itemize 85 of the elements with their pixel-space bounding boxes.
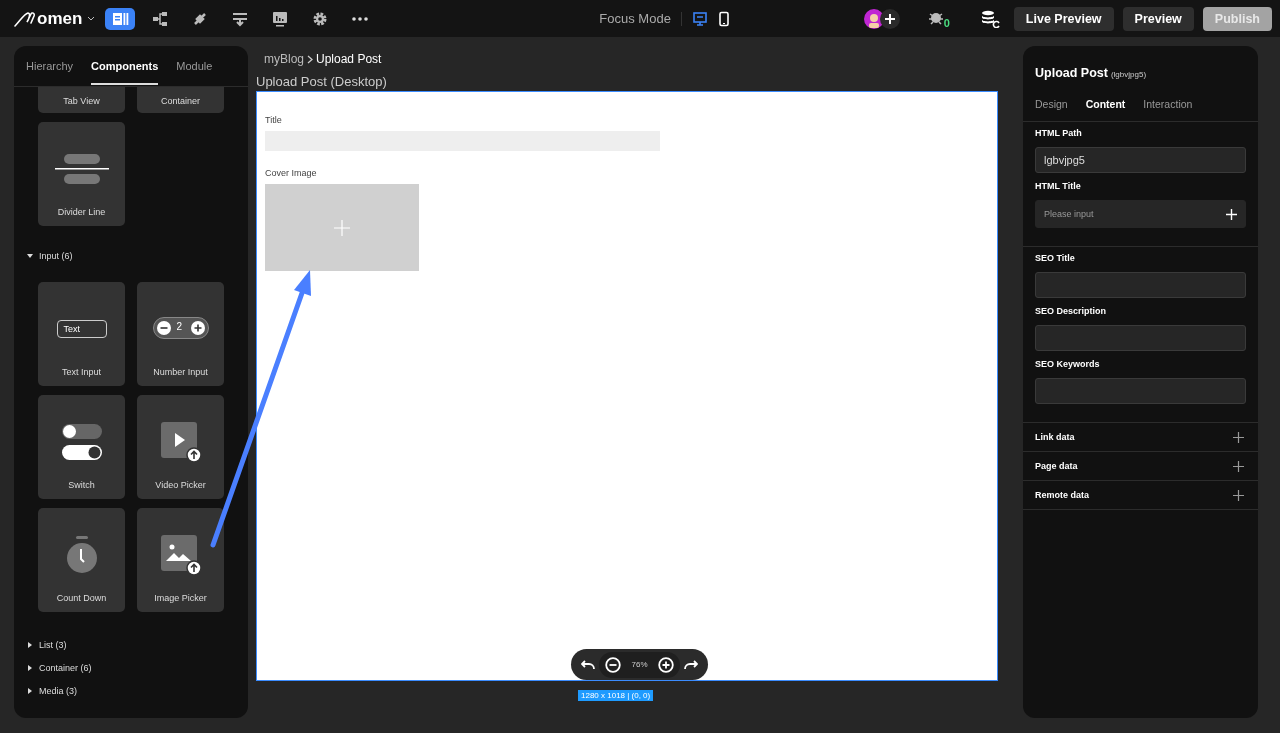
component-card[interactable]: Video Picker (137, 395, 224, 499)
flowchart-icon[interactable] (151, 9, 170, 28)
component-card[interactable]: Tab View (38, 87, 125, 113)
panel-tab[interactable]: Module (176, 46, 213, 85)
component-card[interactable]: Divider Line (38, 122, 125, 226)
breadcrumb-item[interactable]: myBlog (264, 52, 304, 66)
zoom-out-icon[interactable] (605, 656, 622, 673)
component-card[interactable]: Switch (38, 395, 125, 499)
frame-size-label: 1280 x 1018 | (0, 0) (578, 690, 654, 701)
card-label: Number Input (153, 367, 208, 377)
component-card[interactable]: Text Text Input (38, 282, 125, 386)
plus-icon[interactable] (1233, 431, 1244, 443)
card-label: Video Picker (155, 480, 206, 490)
stepper-value: 2 (176, 321, 183, 332)
frame-title: Upload Post (Desktop) (256, 73, 388, 91)
plus-icon (884, 13, 895, 24)
zoom-in-icon[interactable] (657, 656, 674, 673)
caret-icon[interactable] (27, 642, 33, 648)
video-upload-icon (160, 422, 201, 462)
field-label: HTML Path (1035, 128, 1083, 138)
category-label[interactable]: Media (3) (39, 686, 77, 696)
monitor-icon[interactable] (271, 9, 290, 28)
category-label[interactable]: List (3) (39, 640, 67, 650)
field-label: SEO Description (1035, 306, 1107, 316)
component-card[interactable]: Image Picker (137, 508, 224, 612)
input-field[interactable] (1035, 272, 1246, 298)
caret-icon[interactable] (27, 253, 33, 259)
stopwatch-icon (65, 536, 98, 574)
chevron-icon[interactable] (87, 15, 96, 22)
panel-tab[interactable]: Components (91, 46, 159, 85)
undo-icon[interactable] (581, 659, 595, 670)
card-label: Divider Line (57, 207, 106, 217)
error-count: 0 (943, 17, 950, 29)
divider-line-icon (53, 154, 110, 184)
caret-icon[interactable] (27, 665, 33, 671)
field-value: lgbvjpg5 (1044, 154, 1085, 166)
field-label: HTML Title (1035, 181, 1082, 191)
input-field[interactable] (1035, 378, 1246, 404)
field-label: Cover Image (265, 168, 318, 178)
panel-tab[interactable]: Hierarchy (26, 46, 74, 85)
desktop-icon[interactable] (691, 10, 708, 27)
section-label: Remote data (1035, 490, 1089, 500)
caret-icon[interactable] (27, 688, 33, 694)
logo-swoosh-icon (14, 10, 36, 27)
breadcrumb-item[interactable]: Upload Post (316, 52, 382, 66)
placeholder-text: Please input (1044, 209, 1095, 219)
live-preview-button[interactable]: Live Preview (1013, 6, 1114, 31)
preview-button[interactable]: Preview (1122, 6, 1194, 31)
chevron-right-icon (307, 54, 313, 64)
component-id: (lgbvjpg5) (1110, 70, 1147, 79)
component-card[interactable]: 2 Number Input (137, 282, 224, 386)
plus-icon[interactable] (1233, 460, 1244, 472)
image-upload-icon (160, 535, 201, 575)
plus-icon[interactable] (1233, 489, 1244, 501)
section-label: Link data (1035, 432, 1075, 442)
input-field[interactable]: Please input (1035, 200, 1246, 228)
component-card[interactable]: Container (137, 87, 224, 113)
component-title: Upload Post (1035, 66, 1108, 80)
card-label: Image Picker (154, 593, 207, 603)
zoom-level: 76% (631, 660, 648, 669)
card-label: Count Down (56, 593, 107, 603)
field-label: SEO Keywords (1035, 359, 1101, 369)
component-card[interactable]: Count Down (38, 508, 125, 612)
category-label[interactable]: Container (6) (39, 663, 92, 673)
card-label: Text Input (62, 367, 101, 377)
add-collaborator-button[interactable] (879, 8, 900, 29)
card-label: Switch (68, 480, 95, 490)
database-icon[interactable] (979, 9, 1000, 28)
panel-tab[interactable]: Design (1035, 97, 1068, 110)
logo-text: omen (37, 8, 83, 29)
field-label: Title (265, 115, 283, 125)
panel-tab[interactable]: Interaction (1143, 97, 1193, 110)
focus-mode-label[interactable]: Focus Mode (599, 11, 671, 26)
section-label: Page data (1035, 461, 1078, 471)
text-input-sample: Text (56, 320, 107, 338)
toggle-switches-icon (61, 424, 102, 460)
field-label: SEO Title (1035, 253, 1076, 263)
panel-tab[interactable]: Content (1085, 97, 1126, 110)
category-label[interactable]: Input (6) (39, 251, 73, 261)
input-field[interactable]: lgbvjpg5 (1035, 147, 1246, 173)
redo-icon[interactable] (684, 659, 698, 670)
input-field[interactable] (1035, 325, 1246, 351)
number-stepper-icon (152, 317, 209, 339)
avatar[interactable] (863, 8, 884, 29)
plus-icon (334, 219, 350, 236)
